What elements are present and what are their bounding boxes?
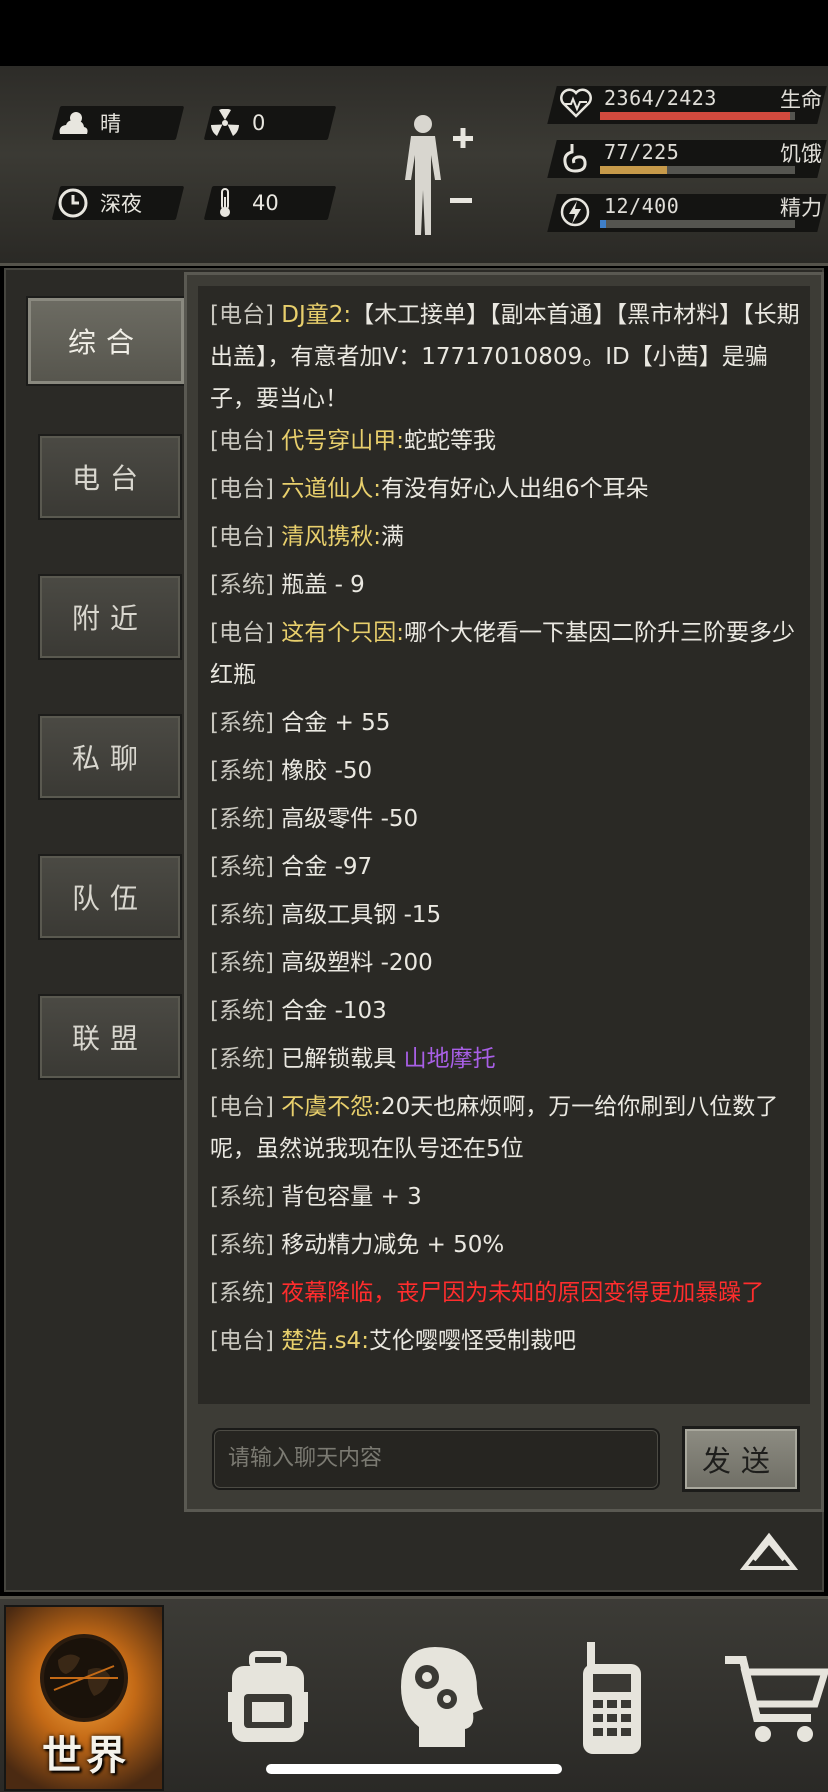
tab-nearby[interactable]: 附近 [38,574,182,660]
nav-world-label: 世界 [42,1733,130,1779]
vehicle-link[interactable]: 山地摩托 [404,1046,496,1072]
radiation-chip: 0 [203,106,337,140]
chat-message: [系统] 背包容量 + 3 [210,1184,422,1210]
bottom-nav: 世界 [0,1596,828,1792]
chat-message: [电台] 六道仙人:有没有好心人出组6个耳朵 [210,476,649,502]
chat-message: [系统] 夜幕降临，丧尸因为未知的原因变得更加暴躁了 [210,1280,765,1306]
time-chip: 深夜 [51,186,185,220]
chat-message: [电台] 代号穿山甲:蛇蛇等我 [210,428,497,454]
globe-icon [40,1634,128,1722]
status-panel: 晴 0 深夜 40 2364/2423 生命 77/225 饥饿 12/400 … [0,66,828,266]
stomach-icon [560,142,592,174]
temperature-chip: 40 [203,186,337,220]
weather-chip: 晴 [51,106,185,140]
radiation-icon [208,106,242,140]
health-value: 2364/2423 [604,86,717,110]
cart-icon [725,1656,828,1742]
chevron-up-icon [739,1532,799,1570]
nav-shop[interactable] [696,1605,828,1791]
chat-message: [系统] 橡胶 -50 [210,758,373,784]
clock-icon [56,186,90,220]
chat-input[interactable]: 请输入聊天内容 [212,1428,660,1490]
temperature-value: 40 [252,191,279,215]
home-indicator [266,1764,562,1774]
tab-team[interactable]: 队伍 [38,854,182,940]
top-black-bar [0,0,828,66]
heart-icon [560,88,592,120]
chat-message: [电台] DJ童2:【木工接单】【副本首通】【黑市材料】【长期出盖】，有意者加V… [210,302,800,412]
radio-icon [583,1642,641,1754]
brain-gear-icon [401,1647,483,1747]
health-vital: 2364/2423 生命 [547,82,827,130]
energy-label: 精力 [780,196,822,220]
energy-icon [560,196,592,228]
chat-message: [系统] 瓶盖 - 9 [210,572,365,598]
nav-world[interactable]: 世界 [4,1605,164,1791]
body-figure-button[interactable] [395,110,485,240]
hunger-vital: 77/225 饥饿 [547,136,827,184]
chat-message: [系统] 移动精力减免 + 50% [210,1232,505,1258]
weather-sunny-icon [56,106,90,140]
hunger-value: 77/225 [604,140,680,164]
chat-message: [电台] 这有个只因:哪个大佬看一下基因二阶升三阶要多少红瓶 [210,620,796,688]
chat-message-list[interactable]: [电台] DJ童2:【木工接单】【副本首通】【黑市材料】【长期出盖】，有意者加V… [198,286,810,1404]
chat-message: [系统] 高级塑料 -200 [210,950,433,976]
weather-text: 晴 [100,112,121,136]
energy-vital: 12/400 精力 [547,190,827,238]
chat-message: [电台] 楚浩.s4:艾伦嘤嘤怪受制裁吧 [210,1328,576,1354]
tab-alliance[interactable]: 联盟 [38,994,182,1080]
backpack-icon [228,1651,308,1742]
collapse-button[interactable] [739,1528,799,1572]
send-button[interactable]: 发送 [682,1426,800,1492]
tab-private[interactable]: 私聊 [38,714,182,800]
chat-message: [系统] 高级零件 -50 [210,806,419,832]
tab-radio[interactable]: 电台 [38,434,182,520]
chat-message: [系统] 合金 + 55 [210,710,391,736]
hunger-label: 饥饿 [780,142,822,166]
chat-message: [电台] 清风携秋:满 [210,524,405,550]
thermometer-icon [208,186,242,220]
chat-message: [系统] 合金 -103 [210,998,387,1024]
radiation-value: 0 [252,111,266,135]
chat-message: [系统] 合金 -97 [210,854,373,880]
health-label: 生命 [780,88,822,112]
body-figure-icon [405,115,473,235]
chat-message: [系统] 高级工具钢 -15 [210,902,442,928]
chat-message: [电台] 不虞不怨:20天也麻烦啊，万一给你刷到八位数了呢，虽然说我现在队号还在… [210,1094,779,1162]
chat-message: [系统] 已解锁载具 山地摩托 [210,1046,496,1072]
time-of-day-text: 深夜 [100,192,142,216]
energy-value: 12/400 [604,194,680,218]
tab-general[interactable]: 综合 [26,296,186,386]
